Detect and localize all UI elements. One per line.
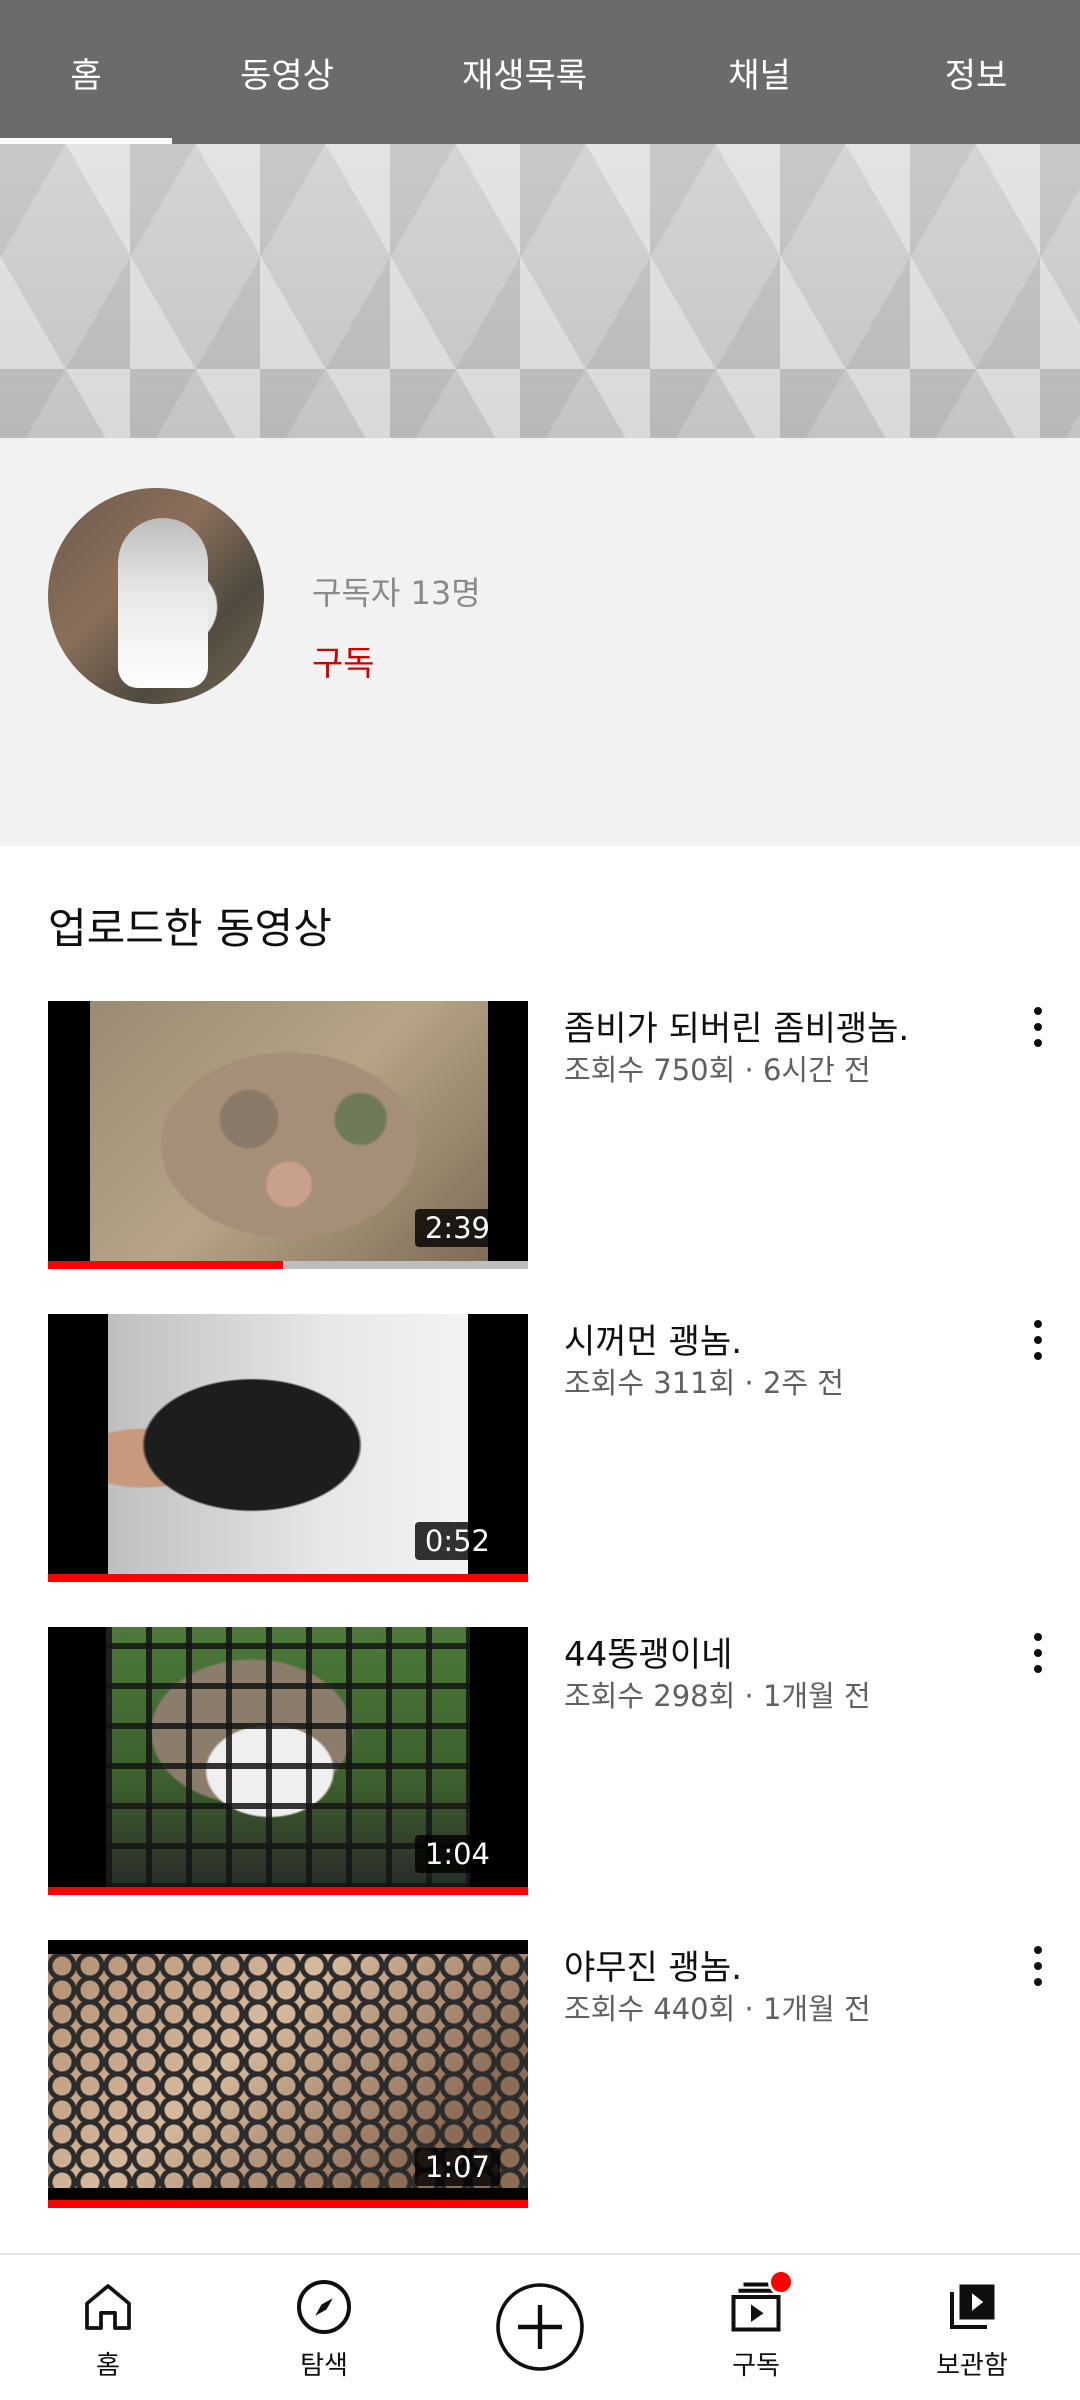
compass-icon	[294, 2277, 354, 2337]
subscribe-button[interactable]: 구독	[312, 636, 375, 685]
video-meta: 조회수 311회 · 2주 전	[564, 1366, 844, 1400]
video-list-item[interactable]: 1:07 야무진 괭놈. 조회수 440회 · 1개월 전	[0, 1940, 1080, 2210]
watch-progress-fill	[48, 2200, 528, 2208]
nav-subscriptions[interactable]: 구독	[648, 2255, 864, 2400]
video-duration: 1:04	[414, 1835, 500, 1873]
nav-library-label: 보관함	[936, 2351, 1008, 2381]
more-options-icon[interactable]	[1020, 1316, 1056, 1364]
uploads-section-title: 업로드한 동영상	[48, 904, 332, 953]
tab-videos[interactable]: 동영상	[172, 0, 402, 144]
channel-avatar[interactable]	[48, 488, 264, 704]
video-list-item[interactable]: 2:39 좀비가 되버린 좀비괭놈. 조회수 750회 · 6시간 전	[0, 1001, 1080, 1271]
video-thumbnail[interactable]: 1:04	[48, 1627, 528, 1895]
tab-channels[interactable]: 채널	[647, 0, 872, 144]
nav-subscriptions-label: 구독	[732, 2351, 780, 2381]
video-meta: 조회수 298회 · 1개월 전	[564, 1679, 871, 1713]
avatar-cat-image	[118, 518, 208, 688]
more-options-icon[interactable]	[1020, 1942, 1056, 1990]
home-icon	[78, 2277, 138, 2337]
watch-progress-fill	[48, 1887, 528, 1895]
nav-create[interactable]	[432, 2255, 648, 2400]
tab-about[interactable]: 정보	[872, 0, 1080, 144]
video-duration: 0:52	[414, 1522, 500, 1560]
nav-home-label: 홈	[96, 2351, 120, 2381]
video-duration: 1:07	[414, 2148, 500, 2186]
video-meta: 조회수 440회 · 1개월 전	[564, 1992, 871, 2026]
video-meta: 조회수 750회 · 6시간 전	[564, 1053, 871, 1087]
video-thumbnail[interactable]: 2:39	[48, 1001, 528, 1269]
more-options-icon[interactable]	[1020, 1629, 1056, 1677]
video-list-item[interactable]: 1:04 44똥괭이네 조회수 298회 · 1개월 전	[0, 1627, 1080, 1897]
video-thumbnail[interactable]: 1:07	[48, 1940, 528, 2208]
video-title[interactable]: 좀비가 되버린 좀비괭놈.	[564, 1001, 909, 1050]
watch-progress-fill	[48, 1261, 284, 1269]
watch-progress-fill	[48, 1574, 528, 1582]
add-circle-icon	[490, 2277, 590, 2377]
video-title[interactable]: 44똥괭이네	[564, 1627, 732, 1676]
video-duration: 2:39	[414, 1209, 500, 1247]
subscriber-count: 구독자 13명	[312, 574, 481, 612]
channel-header: 구독자 13명 구독	[0, 438, 1080, 846]
more-options-icon[interactable]	[1020, 1003, 1056, 1051]
nav-library[interactable]: 보관함	[864, 2255, 1080, 2400]
nav-explore-label: 탐색	[300, 2351, 348, 2381]
channel-banner	[0, 144, 1080, 438]
video-title[interactable]: 야무진 괭놈.	[564, 1940, 742, 1989]
bottom-navigation: 홈 탐색 구독 보관함	[0, 2253, 1080, 2400]
video-thumbnail[interactable]: 0:52	[48, 1314, 528, 1582]
video-list-item[interactable]: 0:52 시꺼먼 괭놈. 조회수 311회 · 2주 전	[0, 1314, 1080, 1584]
video-title[interactable]: 시꺼먼 괭놈.	[564, 1314, 742, 1363]
library-icon	[942, 2277, 1002, 2337]
nav-explore[interactable]: 탐색	[216, 2255, 432, 2400]
channel-tab-bar: 홈 동영상 재생목록 채널 정보	[0, 0, 1080, 144]
tab-home[interactable]: 홈	[0, 0, 172, 144]
nav-home[interactable]: 홈	[0, 2255, 216, 2400]
tab-playlists[interactable]: 재생목록	[402, 0, 647, 144]
notification-badge	[768, 2269, 794, 2295]
